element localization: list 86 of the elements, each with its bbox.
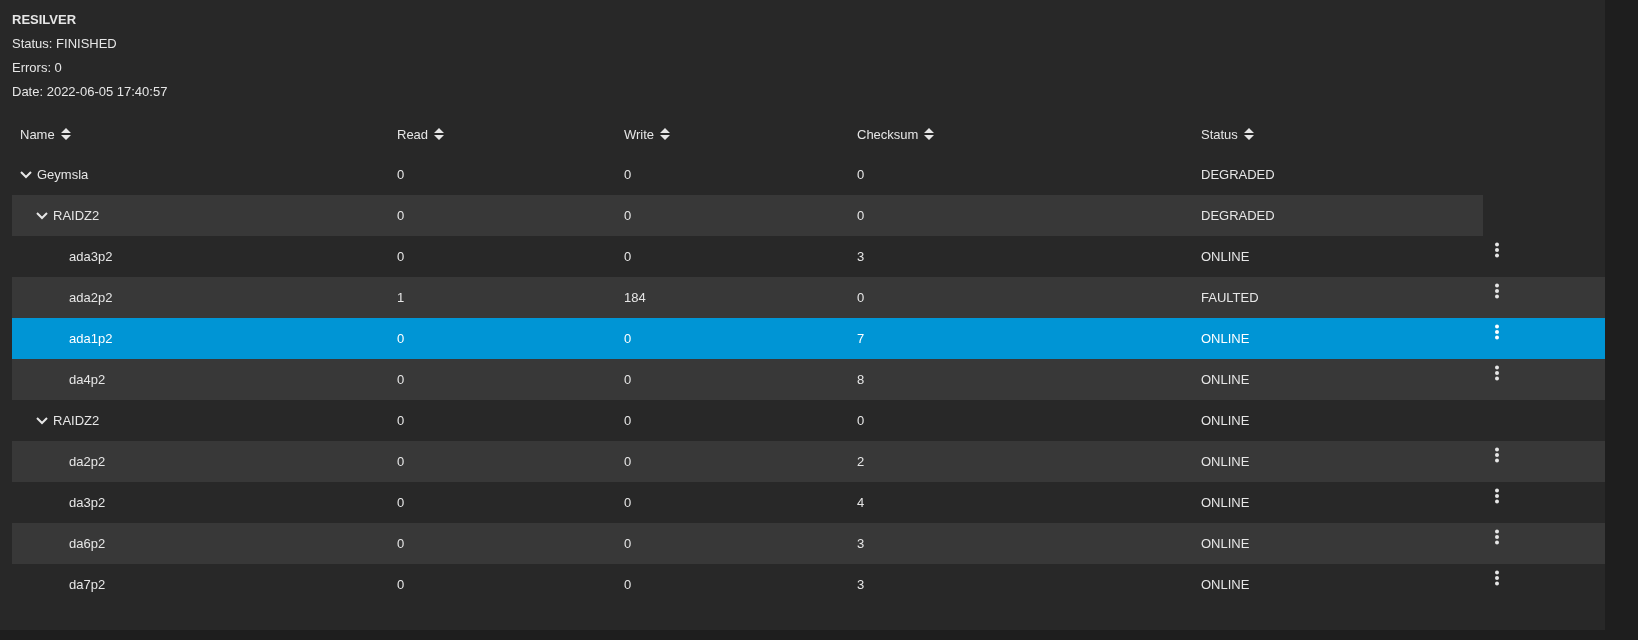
table-cell-text: ONLINE: [1200, 536, 1251, 551]
device-name: da4p2: [69, 372, 106, 387]
table-row[interactable]: ada3p2 0 0 3 ONLINE: [12, 236, 1605, 277]
table-cell-text: 0: [396, 249, 406, 264]
table-cell-text: DEGRADED: [1200, 167, 1276, 182]
table-row[interactable]: ada2p2 1 184 0 FAULTED: [12, 277, 1605, 318]
device-name: da7p2: [69, 577, 106, 592]
table-cell-text: 0: [623, 454, 633, 469]
more-menu-icon[interactable]: [1494, 487, 1500, 504]
table-cell-text: 0: [396, 454, 406, 469]
table-cell-text: 0: [623, 331, 633, 346]
table-cell-text: 0: [623, 249, 633, 264]
table-cell-text: ONLINE: [1200, 331, 1251, 346]
table-cell-text: DEGRADED: [1200, 208, 1276, 223]
more-menu-icon[interactable]: [1494, 364, 1500, 381]
table-row[interactable]: RAIDZ2 0 0 0 ONLINE: [12, 400, 1483, 441]
table-cell-text: 3: [856, 577, 866, 592]
sort-icon: [434, 128, 445, 140]
table-cell-text: ONLINE: [1200, 577, 1251, 592]
more-menu-icon[interactable]: [1494, 241, 1500, 258]
table-cell-text: 0: [396, 577, 406, 592]
table-cell-text: 0: [396, 372, 406, 387]
table-cell-text: 0: [623, 495, 633, 510]
table-cell-text: 0: [856, 413, 866, 428]
sort-icon: [660, 128, 671, 140]
device-name: da3p2: [69, 495, 106, 510]
table-cell-text: FAULTED: [1200, 290, 1260, 305]
table-cell-text: 7: [856, 331, 866, 346]
table-row[interactable]: RAIDZ2 0 0 0 DEGRADED: [12, 195, 1483, 236]
table-cell-text: ONLINE: [1200, 372, 1251, 387]
more-menu-icon[interactable]: [1494, 569, 1500, 586]
column-header[interactable]: Name: [12, 126, 389, 142]
device-name: Geymsla: [37, 167, 89, 182]
table-row[interactable]: da4p2 0 0 8 ONLINE: [12, 359, 1605, 400]
more-menu-icon[interactable]: [1494, 528, 1500, 545]
column-header[interactable]: Checksum: [849, 126, 1193, 142]
table-cell-text: 1: [396, 290, 406, 305]
more-menu-icon[interactable]: [1494, 282, 1500, 299]
table-cell-text: 4: [856, 495, 866, 510]
table-cell-text: 0: [856, 167, 866, 182]
device-name: ada3p2: [69, 249, 113, 264]
more-menu-icon[interactable]: [1494, 446, 1500, 463]
table-cell-text: 184: [623, 290, 647, 305]
table-cell-text: 0: [856, 208, 866, 223]
table-cell-text: 0: [623, 167, 633, 182]
device-name: RAIDZ2: [53, 413, 100, 428]
sort-icon: [1243, 128, 1254, 140]
table-cell-text: 0: [396, 536, 406, 551]
device-name: RAIDZ2: [53, 208, 100, 223]
table-cell-text: 0: [623, 577, 633, 592]
table-cell-text: ONLINE: [1200, 413, 1251, 428]
device-name: da6p2: [69, 536, 106, 551]
device-name: ada1p2: [69, 331, 113, 346]
summary-text: Date: 2022-06-05 17:40:57: [12, 83, 169, 101]
table-cell-text: 8: [856, 372, 866, 387]
table-cell-text: 0: [856, 290, 866, 305]
table-cell-text: 0: [396, 167, 406, 182]
table-cell-text: 0: [623, 208, 633, 223]
section-title: RESILVER: [12, 11, 78, 29]
table-row[interactable]: Geymsla 0 0 0 DEGRADED: [12, 154, 1483, 195]
device-name: ada2p2: [69, 290, 113, 305]
table-cell-text: ONLINE: [1200, 249, 1251, 264]
table-cell-text: 0: [396, 413, 406, 428]
summary-text: Status: FINISHED: [12, 35, 118, 53]
table-cell-text: 0: [396, 208, 406, 223]
table-cell-text: 0: [623, 536, 633, 551]
table-cell-text: 0: [396, 331, 406, 346]
sort-icon: [924, 128, 935, 140]
column-header[interactable]: Status: [1193, 126, 1483, 142]
sort-icon: [60, 128, 71, 140]
table-row[interactable]: da7p2 0 0 3 ONLINE: [12, 564, 1605, 605]
table-cell-text: ONLINE: [1200, 495, 1251, 510]
device-name: da2p2: [69, 454, 106, 469]
table-cell-text: 3: [856, 536, 866, 551]
table-row[interactable]: da3p2 0 0 4 ONLINE: [12, 482, 1605, 523]
table-cell-text: 3: [856, 249, 866, 264]
summary-text: Errors: 0: [12, 59, 63, 77]
table-row[interactable]: da6p2 0 0 3 ONLINE: [12, 523, 1605, 564]
table-cell-text: 0: [623, 413, 633, 428]
column-header[interactable]: Read: [389, 126, 616, 142]
table-cell-text: 0: [623, 372, 633, 387]
table-cell-text: 2: [856, 454, 866, 469]
table-cell-text: 0: [396, 495, 406, 510]
table-cell-text: ONLINE: [1200, 454, 1251, 469]
table-row[interactable]: da2p2 0 0 2 ONLINE: [12, 441, 1605, 482]
column-header[interactable]: Write: [616, 126, 849, 142]
